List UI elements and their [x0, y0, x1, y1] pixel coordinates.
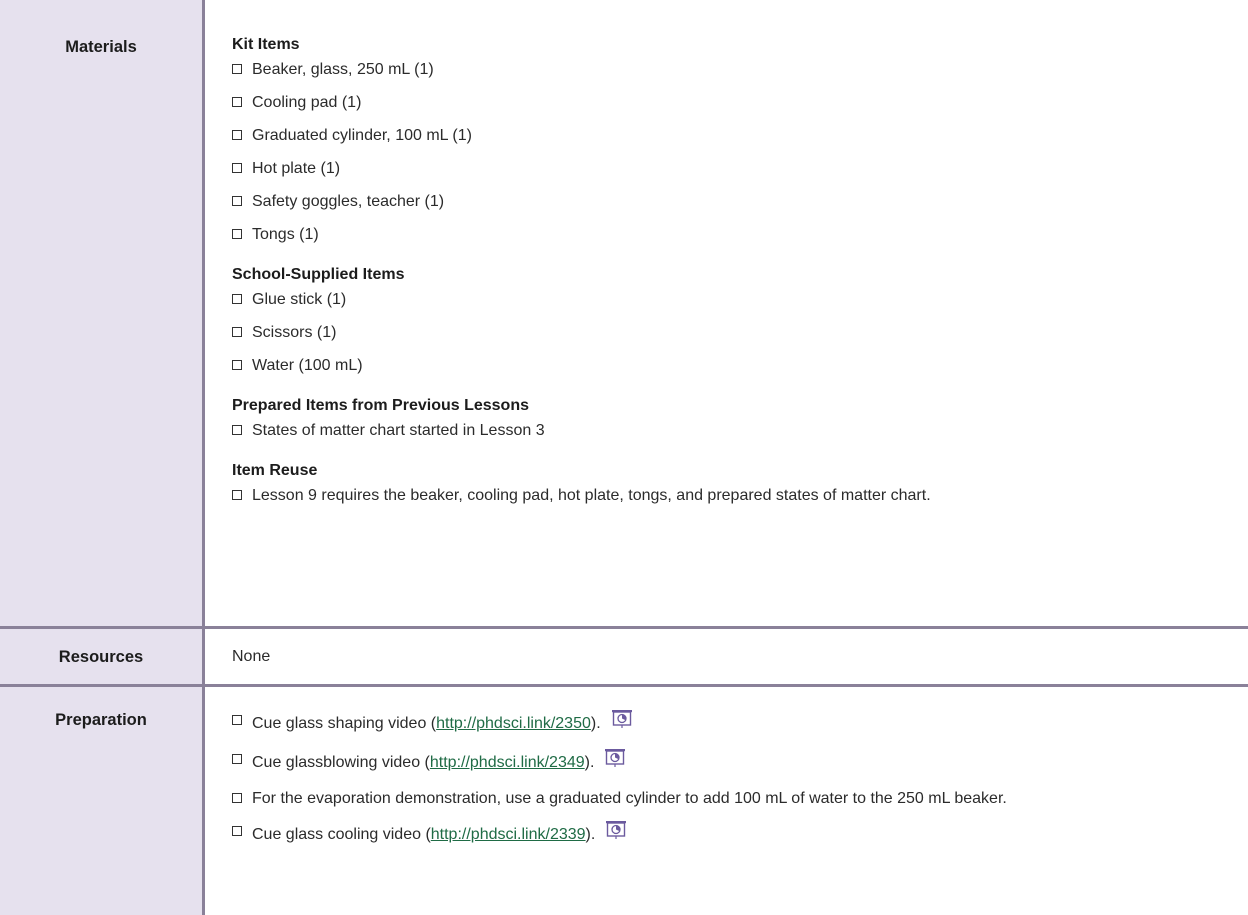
checkbox-icon[interactable]: [232, 327, 242, 337]
section-heading: School-Supplied Items: [232, 266, 405, 283]
kit-items-section: Kit Items Beaker, glass, 250 mL (1) Cool…: [232, 35, 1248, 245]
checkbox-icon[interactable]: [232, 97, 242, 107]
checkbox-icon[interactable]: [232, 360, 242, 370]
checklist-item[interactable]: Cue glass shaping video (http://phdsci.l…: [232, 709, 1248, 737]
section-heading: Item Reuse: [232, 462, 318, 479]
materials-label: Materials: [0, 0, 205, 629]
video-link[interactable]: http://phdsci.link/2349: [430, 754, 585, 771]
checklist-item[interactable]: Cooling pad (1): [232, 93, 1248, 113]
checklist-item[interactable]: Graduated cylinder, 100 mL (1): [232, 126, 1248, 146]
resources-label: Resources: [0, 627, 205, 687]
video-link[interactable]: http://phdsci.link/2350: [436, 715, 591, 732]
checklist-item[interactable]: Hot plate (1): [232, 159, 1248, 179]
projector-icon: [605, 820, 627, 846]
preparation-label: Preparation: [0, 685, 205, 915]
checkbox-icon[interactable]: [232, 753, 242, 764]
checklist-item[interactable]: Cue glassblowing video (http://phdsci.li…: [232, 748, 1248, 776]
item-reuse-section: Item Reuse Lesson 9 requires the beaker,…: [232, 461, 1248, 506]
projector-icon: [604, 748, 626, 774]
checklist-item[interactable]: Cue glass cooling video (http://phdsci.l…: [232, 820, 1248, 848]
checklist-item[interactable]: Tongs (1): [232, 225, 1248, 245]
checkbox-icon[interactable]: [232, 294, 242, 304]
checkbox-icon[interactable]: [232, 425, 242, 435]
resources-row: Resources None: [0, 627, 1248, 687]
resources-value: None: [232, 647, 271, 665]
checklist-item[interactable]: Scissors (1): [232, 323, 1248, 343]
checklist-item[interactable]: States of matter chart started in Lesson…: [232, 421, 1248, 441]
section-heading: Prepared Items from Previous Lessons: [232, 397, 529, 414]
prepared-items-section: Prepared Items from Previous Lessons Sta…: [232, 396, 1248, 441]
checkbox-icon[interactable]: [232, 163, 242, 173]
checkbox-icon[interactable]: [232, 825, 242, 836]
preparation-content: Cue glass shaping video (http://phdsci.l…: [205, 687, 1248, 848]
checkbox-icon[interactable]: [232, 229, 242, 239]
checkbox-icon[interactable]: [232, 792, 242, 803]
school-supplied-section: School-Supplied Items Glue stick (1) Sci…: [232, 265, 1248, 376]
video-link[interactable]: http://phdsci.link/2339: [431, 826, 586, 843]
checklist-item[interactable]: Glue stick (1): [232, 290, 1248, 310]
checklist-item[interactable]: Lesson 9 requires the beaker, cooling pa…: [232, 486, 1202, 506]
checklist-item[interactable]: Water (100 mL): [232, 356, 1248, 376]
checklist-item[interactable]: For the evaporation demonstration, use a…: [232, 789, 1202, 809]
checkbox-icon[interactable]: [232, 64, 242, 74]
projector-icon: [611, 709, 633, 735]
checkbox-icon[interactable]: [232, 490, 242, 500]
checkbox-icon[interactable]: [232, 714, 242, 725]
preparation-row: Preparation Cue glass shaping video (htt…: [0, 685, 1248, 915]
section-heading: Kit Items: [232, 36, 300, 53]
lesson-materials-table: Materials Kit Items Beaker, glass, 250 m…: [0, 0, 1248, 915]
materials-row: Materials Kit Items Beaker, glass, 250 m…: [0, 0, 1248, 629]
checkbox-icon[interactable]: [232, 196, 242, 206]
checklist-item[interactable]: Beaker, glass, 250 mL (1): [232, 60, 1248, 80]
checklist-item[interactable]: Safety goggles, teacher (1): [232, 192, 1248, 212]
materials-content: Kit Items Beaker, glass, 250 mL (1) Cool…: [205, 0, 1248, 506]
checkbox-icon[interactable]: [232, 130, 242, 140]
